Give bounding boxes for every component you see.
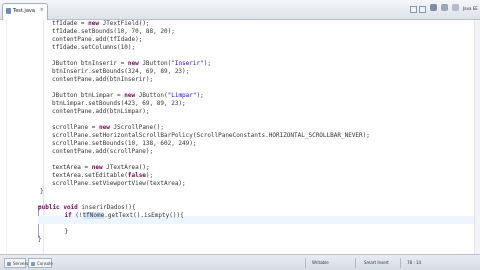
code-token: scrollPane.setHorizontalScrollBarPolicy(… xyxy=(52,132,370,139)
code-token: new xyxy=(91,164,103,171)
code-line[interactable]: } xyxy=(40,188,44,196)
code-token: contentPane.add(scrollPane); xyxy=(52,148,154,155)
code-line[interactable]: textArea = new JTextArea(); xyxy=(52,164,150,172)
console-tab[interactable]: Console xyxy=(28,258,53,268)
close-icon[interactable]: × xyxy=(40,7,44,13)
code-token: } xyxy=(40,188,44,195)
minimize-icon[interactable] xyxy=(410,6,417,13)
code-line[interactable]: scrollPane.setViewportView(textArea); xyxy=(52,180,186,188)
code-token: false xyxy=(127,172,146,179)
highlighted-identifier: tfNome xyxy=(82,212,105,219)
code-token: contentPane.add(btnLimpar); xyxy=(52,108,150,115)
code-line[interactable]: scrollPane.setBounds(10, 138, 602, 249); xyxy=(52,140,197,148)
perspective-icon[interactable] xyxy=(430,4,437,11)
insert-mode-status: Smart Insert xyxy=(364,260,389,265)
code-token: inserirDados(){ xyxy=(77,204,136,211)
code-token: ); xyxy=(145,172,154,179)
code-line[interactable]: tfIdade.setBounds(10, 70, 88, 20); xyxy=(52,28,175,36)
code-line[interactable]: JButton btnInserir = new JButton("Inseri… xyxy=(52,60,211,68)
code-token: ); xyxy=(196,92,204,99)
code-line[interactable]: textArea.setEditable(false); xyxy=(52,172,153,180)
code-token: btnLimpar.setBounds(423, 69, 89, 23); xyxy=(52,100,186,107)
write-mode-status: Writable xyxy=(312,260,329,265)
code-token: new xyxy=(124,92,136,99)
code-token: scrollPane = xyxy=(52,124,99,131)
maximize-icon[interactable] xyxy=(419,6,426,13)
status-separator xyxy=(355,258,356,268)
servers-tab[interactable]: Servers xyxy=(4,258,29,268)
code-token: ); xyxy=(203,60,211,67)
code-token: textArea.setEditable( xyxy=(52,172,128,179)
code-token: "Limpar" xyxy=(167,92,197,99)
code-token: textArea = xyxy=(52,164,92,171)
code-line[interactable]: contentPane.add(btnLimpar); xyxy=(52,108,150,116)
code-token: new xyxy=(88,20,99,27)
code-line[interactable]: scrollPane.setHorizontalScrollBarPolicy(… xyxy=(52,132,370,140)
code-token: tfIdade.setBounds(10, 70, 88, 20); xyxy=(52,28,175,35)
code-token: JButton btnInserir = xyxy=(52,60,128,67)
code-token: JScrollPane(); xyxy=(109,124,164,131)
perspective-toolbar xyxy=(430,4,459,14)
code-token: JTextArea(); xyxy=(102,164,150,171)
status-separator xyxy=(305,258,306,268)
code-token: new xyxy=(127,60,139,67)
code-line[interactable]: contentPane.add(scrollPane); xyxy=(52,148,153,156)
code-editor[interactable]: tfIdade = new JTextField(); tfIdade.setBo… xyxy=(0,20,480,254)
vertical-scrollbar[interactable] xyxy=(474,20,480,254)
code-line[interactable]: tfIdade.setColumns(10); xyxy=(52,44,135,52)
gutter-divider xyxy=(6,20,7,254)
code-token: "Inserir" xyxy=(171,60,204,67)
team-perspective-icon[interactable] xyxy=(452,4,459,11)
perspective-label[interactable]: Java EE xyxy=(463,6,478,11)
cursor-position-status: 78 : 14 xyxy=(407,260,422,265)
debug-perspective-icon[interactable] xyxy=(441,4,448,11)
code-token: if xyxy=(64,212,72,219)
code-line[interactable]: tfIdade = new JTextField(); xyxy=(52,20,150,28)
java-file-icon xyxy=(6,8,11,14)
servers-icon xyxy=(7,262,11,266)
code-token: } xyxy=(38,236,42,243)
code-line[interactable]: scrollPane = new JScrollPane(); xyxy=(52,124,164,132)
code-token: tfIdade = xyxy=(52,20,89,27)
code-line[interactable]: JButton btnLimpar = new JButton("Limpar"… xyxy=(52,92,204,100)
code-line[interactable]: contentPane.add(btnInserir); xyxy=(52,76,153,84)
code-token: JButton( xyxy=(138,60,172,67)
console-icon xyxy=(31,262,35,266)
code-token: JButton( xyxy=(135,92,168,99)
code-token: btnInserir.setBounds(324, 69, 89, 23); xyxy=(52,68,190,75)
code-token: JTextField(); xyxy=(98,20,150,27)
code-token: void xyxy=(63,204,78,211)
code-text[interactable]: tfIdade = new JTextField(); tfIdade.setBo… xyxy=(38,20,478,254)
code-token: .getText().isEmpty()){ xyxy=(104,212,184,219)
code-line[interactable]: btnLimpar.setBounds(423, 69, 89, 23); xyxy=(52,100,186,108)
code-token: public xyxy=(38,204,60,211)
status-separator xyxy=(400,258,401,268)
code-line[interactable]: btnInserir.setBounds(324, 69, 89, 23); xyxy=(52,68,189,76)
code-line[interactable]: } xyxy=(50,228,68,236)
code-token: new xyxy=(98,124,110,131)
editor-tab-label: Test.java xyxy=(13,8,35,14)
code-token: (! xyxy=(71,212,83,219)
editor-tab-bar: Test.java × Java EE xyxy=(0,0,480,20)
servers-tab-label: Servers xyxy=(13,261,29,266)
console-tab-label: Console xyxy=(37,261,53,266)
code-token: tfIdade.setColumns(10); xyxy=(52,44,136,51)
editor-tab[interactable]: Test.java × xyxy=(2,3,48,20)
code-token: JButton btnLimpar = xyxy=(52,92,125,99)
code-line[interactable]: public void inserirDados(){ xyxy=(38,204,136,212)
code-token: contentPane.add(btnInserir); xyxy=(52,76,154,83)
code-line[interactable]: contentPane.add(tfIdade); xyxy=(52,36,142,44)
code-line[interactable]: } xyxy=(38,236,42,244)
code-token: contentPane.add(tfIdade); xyxy=(52,36,143,43)
code-token: } xyxy=(50,228,69,235)
code-line[interactable]: if (!tfNome.getText().isEmpty()){ xyxy=(50,212,184,220)
code-token: scrollPane.setBounds(10, 138, 602, 249); xyxy=(52,140,197,147)
code-token: scrollPane.setViewportView(textArea); xyxy=(52,180,186,187)
status-bar: Servers Console Writable Smart Insert 78… xyxy=(0,254,480,270)
